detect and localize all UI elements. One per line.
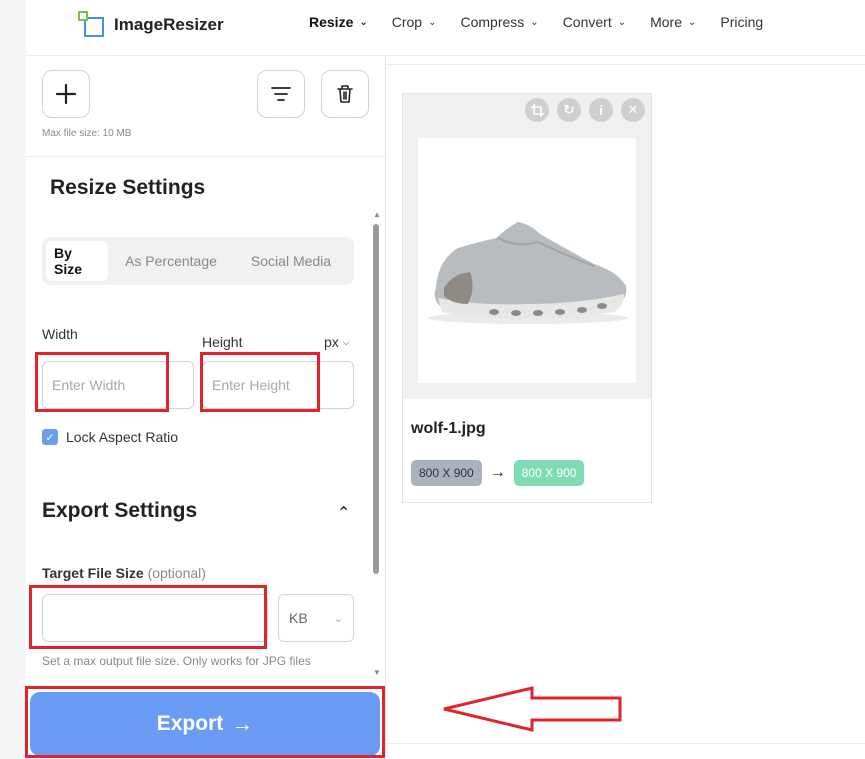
chevron-down-icon: ⌵	[342, 336, 350, 347]
divider	[386, 64, 865, 65]
size-unit-select[interactable]: KB ⌄	[278, 594, 354, 642]
annotation-box-width	[35, 352, 169, 412]
top-header: ImageResizer Resize ⌄ Crop ⌄ Compress ⌄ …	[26, 0, 865, 56]
target-label-text: Target File Size	[42, 565, 144, 581]
nav-label: Convert	[562, 14, 612, 30]
image-card[interactable]: ↻ i ✕ wolf-1.jpg 800 X 900 → 800 X 900	[402, 93, 652, 503]
nav-label: Crop	[391, 14, 423, 30]
chevron-down-icon: ⌄	[617, 16, 627, 28]
height-label: Height	[202, 334, 243, 350]
page: ImageResizer Resize ⌄ Crop ⌄ Compress ⌄ …	[0, 0, 865, 759]
nav-item-compress[interactable]: Compress ⌄	[461, 14, 539, 30]
checkbox-checked-icon[interactable]: ✓	[42, 429, 58, 445]
delete-all-button[interactable]	[321, 70, 369, 118]
lock-aspect-label: Lock Aspect Ratio	[66, 429, 179, 445]
image-actions: ↻ i ✕	[517, 98, 645, 122]
sort-filter-button[interactable]	[257, 70, 305, 118]
divider	[26, 156, 386, 157]
tab-social-media[interactable]: Social Media	[234, 241, 348, 281]
annotation-box-height	[200, 352, 320, 412]
logo-icon	[78, 11, 106, 39]
chevron-down-icon: ⌄	[359, 16, 368, 28]
image-preview-area: ↻ i ✕	[403, 94, 651, 399]
info-icon[interactable]: i	[589, 98, 613, 122]
annotation-arrow-left-icon	[443, 686, 622, 732]
scroll-thumb[interactable]	[373, 224, 379, 574]
annotation-box-target-size	[29, 585, 267, 649]
divider	[386, 743, 865, 744]
nav-item-resize[interactable]: Resize ⌄	[309, 14, 368, 30]
chevron-down-icon: ⌄	[688, 16, 697, 28]
chevron-down-icon: ⌄	[333, 612, 343, 625]
filter-icon	[271, 87, 291, 101]
crop-icon[interactable]	[525, 98, 549, 122]
logo[interactable]: ImageResizer	[78, 10, 224, 40]
unit-dropdown[interactable]: px ⌵	[324, 334, 350, 350]
nav-item-convert[interactable]: Convert ⌄	[563, 14, 626, 30]
new-dimensions-badge: 800 X 900	[513, 460, 585, 486]
export-settings-title: Export Settings	[42, 499, 198, 522]
original-dimensions-badge: 800 X 900	[411, 460, 482, 486]
close-icon[interactable]: ✕	[621, 98, 645, 122]
trash-icon	[337, 85, 353, 103]
file-name: wolf-1.jpg	[411, 420, 486, 437]
annotation-box-export	[25, 686, 385, 758]
scroll-down-icon[interactable]: ▼	[373, 668, 381, 677]
logo-text: ImageResizer	[114, 15, 224, 34]
max-file-size-note: Max file size: 10 MB	[42, 128, 132, 139]
nav-item-more[interactable]: More ⌄	[650, 14, 696, 30]
unit-value: px	[324, 334, 339, 350]
resize-mode-tabs: By Size As Percentage Social Media	[42, 237, 354, 285]
optional-note: (optional)	[147, 565, 206, 581]
shoe-image	[418, 138, 636, 383]
target-size-hint: Set a max output file size. Only works f…	[42, 654, 311, 668]
nav-item-crop[interactable]: Crop ⌄	[392, 14, 437, 30]
target-file-size-label: Target File Size (optional)	[42, 565, 206, 581]
nav-label: Resize	[309, 14, 354, 30]
add-image-button[interactable]	[42, 70, 90, 118]
resize-settings-title: Resize Settings	[50, 176, 206, 199]
chevron-up-icon[interactable]: ⌃	[337, 503, 350, 523]
nav-item-pricing[interactable]: Pricing	[720, 14, 763, 30]
size-unit-value: KB	[289, 610, 308, 626]
nav-label: Pricing	[720, 14, 764, 30]
lock-aspect-ratio[interactable]: ✓ Lock Aspect Ratio	[42, 429, 178, 445]
main-nav: Resize ⌄ Crop ⌄ Compress ⌄ Convert ⌄ Mor…	[309, 14, 787, 30]
rotate-icon[interactable]: ↻	[557, 98, 581, 122]
nav-label: Compress	[460, 14, 525, 30]
tab-as-percentage[interactable]: As Percentage	[108, 241, 234, 281]
chevron-down-icon: ⌄	[428, 16, 437, 28]
left-gutter	[0, 0, 26, 759]
width-label: Width	[42, 326, 78, 342]
tab-by-size[interactable]: By Size	[46, 241, 108, 281]
chevron-down-icon: ⌄	[530, 16, 539, 28]
dimension-change: 800 X 900 → 800 X 900	[411, 460, 585, 486]
arrow-right-icon: →	[489, 464, 506, 481]
plus-icon	[55, 83, 77, 105]
scroll-up-icon[interactable]: ▲	[373, 210, 381, 219]
panel-scrollbar[interactable]: ▲ ▼	[371, 210, 381, 680]
nav-label: More	[650, 14, 683, 30]
